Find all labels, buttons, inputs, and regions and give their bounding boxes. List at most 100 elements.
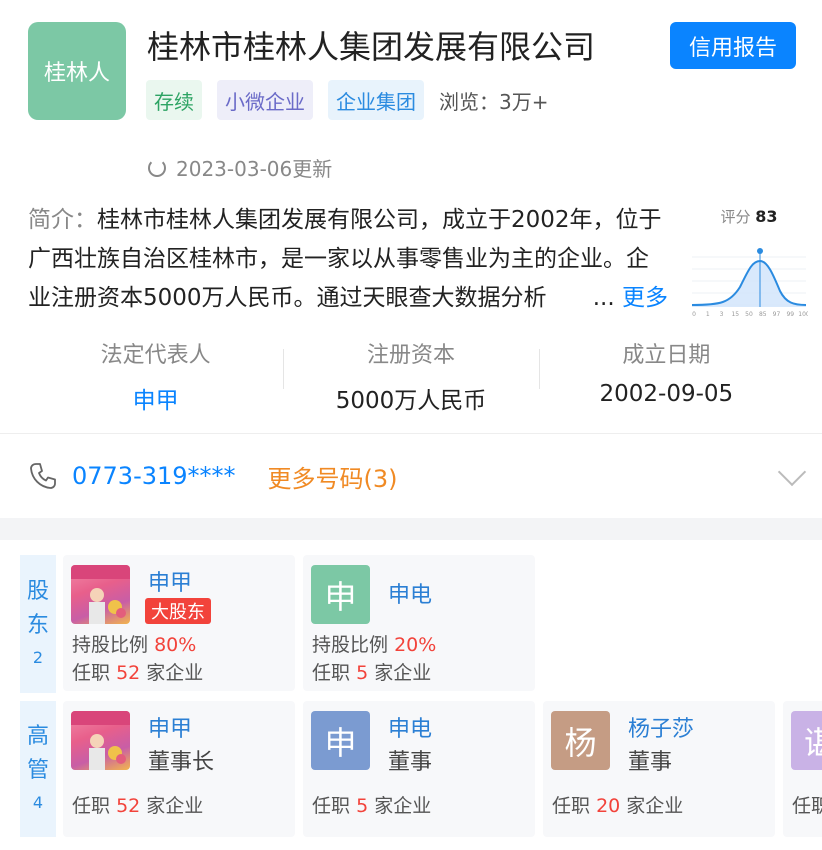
positions-prefix: 任职 <box>792 795 822 817</box>
executives-label[interactable]: 高 管 4 <box>20 701 56 837</box>
holding-ratio: 持股比例 80% <box>72 630 196 657</box>
score-distribution-chart: 0 1 3 15 50 85 97 99 100 <box>691 248 810 318</box>
positions-count: 20 <box>596 795 621 817</box>
positions-held: 任职 52 家企业 <box>72 658 203 685</box>
positions-prefix: 任职 <box>552 795 591 817</box>
avatar: 谌 <box>791 711 822 770</box>
positions-prefix: 任职 <box>312 662 351 684</box>
avatar: 申 <box>311 565 370 624</box>
founded-value: 2002-09-05 <box>599 381 734 407</box>
executive-role: 董事 <box>388 750 433 775</box>
founded-stat: 成立日期 2002-09-05 <box>538 337 794 415</box>
score-axis-tick: 0 <box>692 311 696 318</box>
intro-label: 简介： <box>28 207 97 233</box>
score-axis-tick: 3 <box>720 311 724 318</box>
executives-count: 4 <box>32 793 44 812</box>
executive-name[interactable]: 申电 <box>388 711 432 743</box>
score-widget[interactable]: 评分 83 0 1 3 15 50 85 97 99 100 <box>690 206 810 323</box>
positions-prefix: 任职 <box>312 795 351 817</box>
positions-suffix: 家企业 <box>374 662 432 684</box>
chevron-down-icon[interactable] <box>777 457 807 487</box>
score-axis-tick: 99 <box>786 311 794 318</box>
capital-stat: 注册资本 5000万人民币 <box>283 337 538 415</box>
shareholder-name[interactable]: 申电 <box>388 577 432 609</box>
positions-suffix: 家企业 <box>374 795 432 817</box>
executives-label-char2: 管 <box>26 758 49 783</box>
phone-number[interactable]: 0773-319**** <box>72 462 236 490</box>
executive-card[interactable]: 申甲 董事长 任职 52 家企业 <box>63 701 295 837</box>
positions-prefix: 任职 <box>72 795 111 817</box>
shareholder-card[interactable]: 申 申电 持股比例 20% 任职 5 家企业 <box>303 555 535 691</box>
holding-ratio-value: 80% <box>154 634 197 656</box>
section-separator <box>0 518 822 540</box>
company-logo: 桂林人 <box>28 22 126 120</box>
positions-held: 任职 5 家企业 <box>312 791 431 818</box>
credit-report-button[interactable]: 信用报告 <box>670 22 796 69</box>
status-tag[interactable]: 存续 <box>146 80 202 120</box>
executive-card[interactable]: 申 申电 董事 任职 5 家企业 <box>303 701 535 837</box>
shareholders-count: 2 <box>32 648 44 667</box>
avatar <box>71 565 130 624</box>
phone-icon <box>30 463 56 489</box>
intro-ellipsis: ... <box>592 285 615 311</box>
avatar: 杨 <box>551 711 610 770</box>
positions-suffix: 家企业 <box>146 795 204 817</box>
positions-suffix: 家企业 <box>626 795 684 817</box>
avatar-initial: 谌 <box>804 723 822 762</box>
group-tag[interactable]: 企业集团 <box>328 80 424 120</box>
company-tags: 存续 小微企业 企业集团 浏览：3万+ <box>146 80 548 120</box>
score-label: 评分 83 <box>690 206 808 227</box>
founded-label: 成立日期 <box>622 343 711 368</box>
positions-count: 52 <box>116 662 141 684</box>
positions-held: 任职 5 家企业 <box>312 658 431 685</box>
view-count: 浏览：3万+ <box>439 89 549 114</box>
executive-card[interactable]: 谌 任职 <box>783 701 822 837</box>
shareholders-label[interactable]: 股 东 2 <box>20 555 56 693</box>
refresh-icon <box>148 158 166 177</box>
legal-rep-stat: 法定代表人 申甲 <box>28 337 283 415</box>
score-axis-tick: 50 <box>745 311 753 318</box>
more-numbers-link[interactable]: 更多号码(3) <box>268 459 398 494</box>
intro-more-link[interactable]: 更多 <box>622 285 668 311</box>
phone-row[interactable]: 0773-319**** 更多号码(3) <box>28 452 807 500</box>
avatar: 申 <box>311 711 370 770</box>
legal-rep-value[interactable]: 申甲 <box>28 381 283 415</box>
divider <box>0 433 822 434</box>
shareholders-label-char2: 东 <box>26 613 49 638</box>
positions-suffix: 家企业 <box>146 662 204 684</box>
positions-count: 52 <box>116 795 141 817</box>
score-axis-tick: 100 <box>798 311 808 318</box>
score-axis-tick: 97 <box>773 311 781 318</box>
executive-name[interactable]: 申甲 <box>148 711 192 743</box>
shareholders-label-char1: 股 <box>26 579 49 604</box>
holding-ratio: 持股比例 20% <box>312 630 436 657</box>
executive-card[interactable]: 杨 杨子莎 董事 任职 20 家企业 <box>543 701 775 837</box>
capital-label: 注册资本 <box>366 343 455 368</box>
score-value: 83 <box>755 207 778 226</box>
executive-role: 董事长 <box>148 750 215 775</box>
score-axis-tick: 1 <box>706 311 710 318</box>
positions-count: 5 <box>356 662 369 684</box>
positions-count: 5 <box>356 795 369 817</box>
legal-rep-label: 法定代表人 <box>100 343 211 368</box>
size-tag[interactable]: 小微企业 <box>217 80 313 120</box>
company-intro: 简介：桂林市桂林人集团发展有限公司，成立于2002年，位于广西壮族自治区桂林市，… <box>28 201 668 318</box>
person-photo-icon <box>71 565 130 624</box>
positions-held: 任职 52 家企业 <box>72 791 203 818</box>
update-info[interactable]: 2023-03-06更新 <box>148 153 332 182</box>
shareholder-card[interactable]: 申甲 大股东 持股比例 80% 任职 52 家企业 <box>63 555 295 691</box>
executive-name[interactable]: 杨子莎 <box>628 711 694 743</box>
score-label-text: 评分 <box>720 208 751 226</box>
positions-held: 任职 20 家企业 <box>552 791 683 818</box>
executives-label-char1: 高 <box>26 724 49 749</box>
person-photo-icon <box>71 711 130 770</box>
positions-held: 任职 <box>792 791 822 818</box>
intro-more[interactable]: ... 更多 <box>556 279 668 318</box>
capital-value: 5000万人民币 <box>335 388 487 414</box>
company-name: 桂林市桂林人集团发展有限公司 <box>147 28 596 66</box>
holding-ratio-label: 持股比例 <box>312 634 389 656</box>
shareholder-name[interactable]: 申甲 <box>148 565 192 597</box>
score-axis-tick: 85 <box>759 311 767 318</box>
executive-role: 董事 <box>628 750 673 775</box>
avatar <box>71 711 130 770</box>
